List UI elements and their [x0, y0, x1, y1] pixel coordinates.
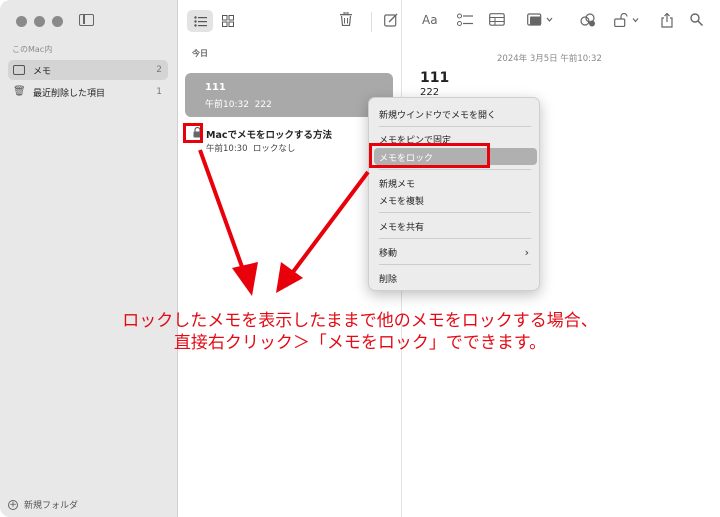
annotation-arrow-right [291, 170, 370, 274]
annotation-line-1: ロックしたメモを表示したままで他のメモをロックする場合、 [122, 311, 598, 331]
annotation-arrow-left [198, 149, 248, 279]
annotation-line-2: 直接右クリック＞「メモをロック」でできます。 [173, 333, 547, 353]
annotation-arrowhead-left [232, 262, 258, 296]
annotation-text: ロックしたメモを表示したままで他のメモをロックする場合、 直接右クリック＞「メモ… [0, 310, 720, 354]
notes-window: このMac内 メモ 2 🗑 最近削除した項目 1 + 新規フォルダ 今日 111… [0, 0, 720, 517]
annotation-arrows [198, 149, 370, 296]
